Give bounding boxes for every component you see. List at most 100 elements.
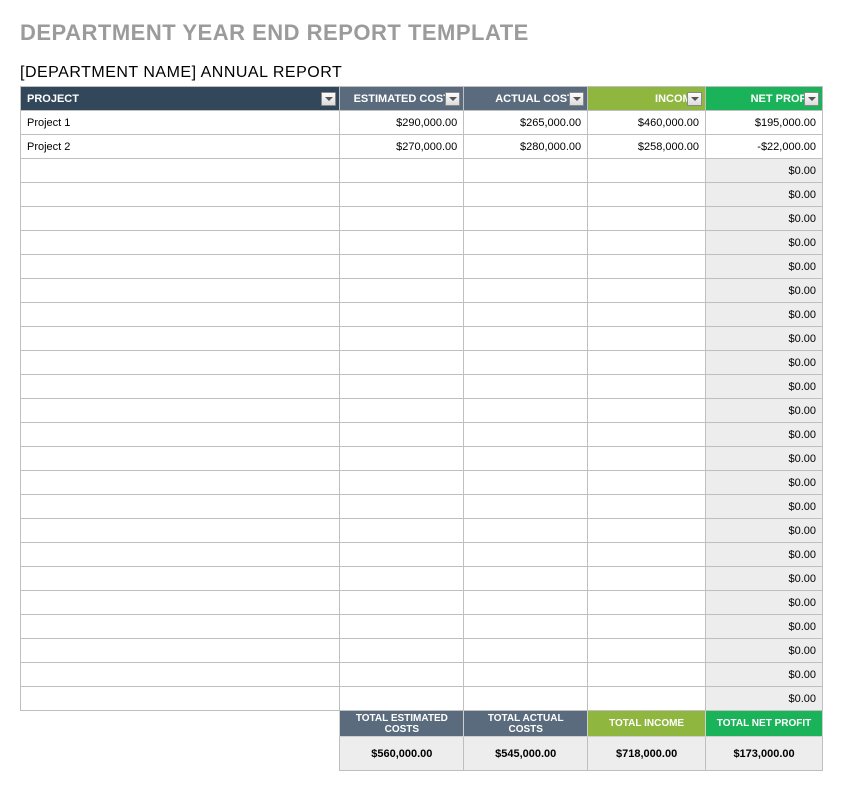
cell-estimated[interactable] (340, 351, 464, 375)
cell-income[interactable] (588, 663, 706, 687)
cell-income[interactable] (588, 423, 706, 447)
cell-project[interactable] (21, 351, 340, 375)
cell-actual[interactable] (464, 375, 588, 399)
cell-project[interactable] (21, 231, 340, 255)
cell-income[interactable] (588, 567, 706, 591)
cell-project[interactable] (21, 663, 340, 687)
cell-project[interactable] (21, 279, 340, 303)
cell-income[interactable] (588, 375, 706, 399)
cell-actual[interactable] (464, 327, 588, 351)
cell-project[interactable] (21, 615, 340, 639)
cell-actual[interactable] (464, 207, 588, 231)
cell-net-profit[interactable]: $0.00 (706, 351, 823, 375)
cell-estimated[interactable] (340, 615, 464, 639)
cell-income[interactable] (588, 639, 706, 663)
cell-actual[interactable] (464, 447, 588, 471)
cell-project[interactable]: Project 1 (21, 111, 340, 135)
cell-project[interactable] (21, 423, 340, 447)
cell-estimated[interactable] (340, 519, 464, 543)
cell-estimated[interactable] (340, 399, 464, 423)
cell-estimated[interactable] (340, 159, 464, 183)
cell-project[interactable] (21, 687, 340, 711)
header-actual[interactable]: ACTUAL COSTS (464, 87, 588, 111)
cell-actual[interactable] (464, 687, 588, 711)
cell-income[interactable] (588, 159, 706, 183)
cell-estimated[interactable] (340, 207, 464, 231)
cell-project[interactable] (21, 303, 340, 327)
cell-estimated[interactable] (340, 423, 464, 447)
cell-net-profit[interactable]: $0.00 (706, 255, 823, 279)
header-estimated[interactable]: ESTIMATED COSTS (340, 87, 464, 111)
cell-income[interactable] (588, 183, 706, 207)
cell-net-profit[interactable]: $0.00 (706, 639, 823, 663)
cell-estimated[interactable] (340, 639, 464, 663)
cell-project[interactable] (21, 375, 340, 399)
cell-project[interactable] (21, 207, 340, 231)
cell-project[interactable] (21, 471, 340, 495)
header-income[interactable]: INCOME (588, 87, 706, 111)
cell-actual[interactable] (464, 159, 588, 183)
cell-net-profit[interactable]: $0.00 (706, 663, 823, 687)
cell-income[interactable] (588, 615, 706, 639)
cell-income[interactable] (588, 447, 706, 471)
cell-estimated[interactable] (340, 687, 464, 711)
cell-estimated[interactable] (340, 303, 464, 327)
cell-net-profit[interactable]: $0.00 (706, 279, 823, 303)
cell-estimated[interactable] (340, 327, 464, 351)
cell-project[interactable] (21, 543, 340, 567)
cell-net-profit[interactable]: $0.00 (706, 231, 823, 255)
cell-project[interactable] (21, 591, 340, 615)
cell-estimated[interactable]: $270,000.00 (340, 135, 464, 159)
filter-dropdown-icon[interactable] (445, 92, 460, 106)
cell-actual[interactable] (464, 567, 588, 591)
cell-income[interactable] (588, 231, 706, 255)
cell-project[interactable]: Project 2 (21, 135, 340, 159)
cell-net-profit[interactable]: $0.00 (706, 447, 823, 471)
cell-project[interactable] (21, 495, 340, 519)
cell-net-profit[interactable]: $0.00 (706, 687, 823, 711)
cell-estimated[interactable] (340, 663, 464, 687)
cell-net-profit[interactable]: $0.00 (706, 207, 823, 231)
cell-actual[interactable] (464, 303, 588, 327)
header-net-profit[interactable]: NET PROFIT (706, 87, 823, 111)
cell-income[interactable] (588, 351, 706, 375)
cell-net-profit[interactable]: $0.00 (706, 423, 823, 447)
cell-estimated[interactable]: $290,000.00 (340, 111, 464, 135)
cell-net-profit[interactable]: $0.00 (706, 471, 823, 495)
cell-project[interactable] (21, 567, 340, 591)
cell-actual[interactable] (464, 543, 588, 567)
cell-project[interactable] (21, 399, 340, 423)
cell-project[interactable] (21, 255, 340, 279)
cell-actual[interactable] (464, 663, 588, 687)
cell-actual[interactable] (464, 471, 588, 495)
cell-actual[interactable] (464, 639, 588, 663)
cell-net-profit[interactable]: $0.00 (706, 591, 823, 615)
cell-income[interactable]: $258,000.00 (588, 135, 706, 159)
cell-net-profit[interactable]: $0.00 (706, 615, 823, 639)
cell-net-profit[interactable]: $0.00 (706, 183, 823, 207)
cell-income[interactable] (588, 591, 706, 615)
cell-income[interactable] (588, 327, 706, 351)
cell-actual[interactable] (464, 591, 588, 615)
cell-project[interactable] (21, 183, 340, 207)
cell-income[interactable] (588, 255, 706, 279)
cell-actual[interactable] (464, 183, 588, 207)
cell-project[interactable] (21, 447, 340, 471)
cell-estimated[interactable] (340, 255, 464, 279)
cell-project[interactable] (21, 519, 340, 543)
cell-estimated[interactable] (340, 183, 464, 207)
cell-income[interactable] (588, 519, 706, 543)
cell-estimated[interactable] (340, 471, 464, 495)
cell-actual[interactable] (464, 231, 588, 255)
cell-actual[interactable] (464, 423, 588, 447)
cell-actual[interactable] (464, 495, 588, 519)
cell-net-profit[interactable]: $195,000.00 (706, 111, 823, 135)
cell-project[interactable] (21, 639, 340, 663)
cell-net-profit[interactable]: $0.00 (706, 519, 823, 543)
cell-net-profit[interactable]: $0.00 (706, 399, 823, 423)
cell-actual[interactable]: $280,000.00 (464, 135, 588, 159)
cell-estimated[interactable] (340, 231, 464, 255)
cell-project[interactable] (21, 159, 340, 183)
cell-estimated[interactable] (340, 591, 464, 615)
cell-estimated[interactable] (340, 375, 464, 399)
